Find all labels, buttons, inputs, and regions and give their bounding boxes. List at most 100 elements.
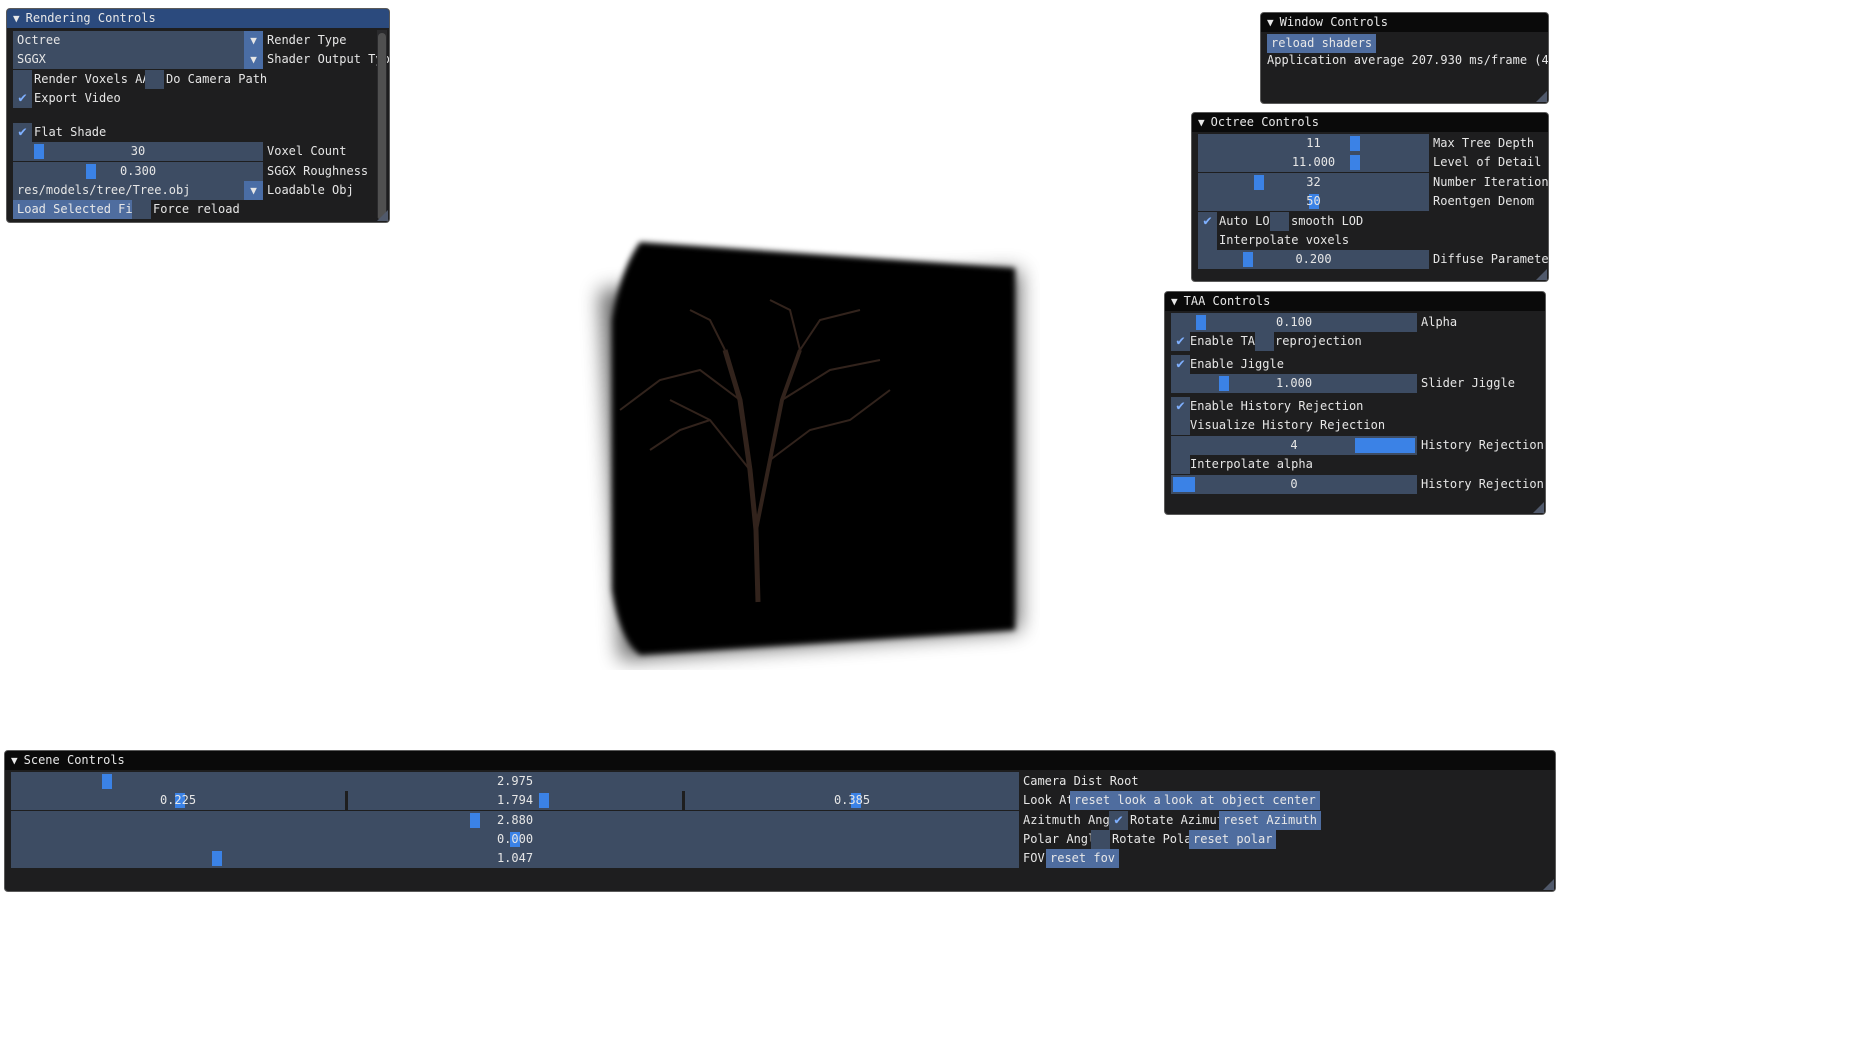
render-type-combo[interactable]: Octree ▼: [13, 31, 263, 50]
voxel-count-slider[interactable]: 30: [13, 142, 263, 161]
export-video-checkbox[interactable]: ✔: [13, 89, 32, 108]
interpolate-voxels-label: Interpolate voxels: [1219, 233, 1350, 247]
look-at-object-center-button[interactable]: look at object center: [1160, 791, 1320, 810]
level-of-detail-label: Level of Detail: [1433, 155, 1542, 169]
look-at-z-field[interactable]: 0.385: [685, 791, 1019, 810]
scene-controls-title[interactable]: ▼ Scene Controls: [5, 751, 1555, 770]
collapse-triangle-icon[interactable]: ▼: [13, 9, 20, 28]
slider-grab[interactable]: [470, 813, 481, 828]
diffuse-parameter-slider[interactable]: 0.200: [1198, 250, 1429, 269]
roentgen-denom-label: Roentgen Denom: [1433, 194, 1535, 208]
collapse-triangle-icon[interactable]: ▼: [11, 751, 18, 770]
collapse-triangle-icon[interactable]: ▼: [1198, 113, 1205, 132]
interpolate-alpha-label: Interpolate alpha: [1190, 457, 1313, 471]
interpolate-alpha-checkbox[interactable]: [1171, 455, 1190, 474]
slider-grab[interactable]: [211, 851, 222, 866]
voxel-count-label: Voxel Count: [267, 144, 347, 158]
number-iterations-slider[interactable]: 32: [1198, 173, 1429, 192]
render-type-label: Render Type: [267, 33, 347, 47]
alpha-slider[interactable]: 0.100: [1171, 313, 1417, 332]
rotate-azimuth-label: Rotate Azimuth: [1130, 813, 1232, 827]
slider-grab[interactable]: [1349, 155, 1360, 170]
shader-output-combo[interactable]: SGGX ▼: [13, 50, 263, 69]
collapse-triangle-icon[interactable]: ▼: [1267, 13, 1274, 32]
slider-grab[interactable]: [1219, 376, 1230, 391]
sggx-roughness-slider[interactable]: 0.300: [13, 162, 263, 181]
loadable-obj-combo[interactable]: res/models/tree/Tree.obj ▼: [13, 181, 263, 200]
history-rejection-buffer-slider[interactable]: 4: [1171, 436, 1417, 455]
auto-lod-checkbox[interactable]: ✔: [1198, 212, 1217, 231]
reset-azimuth-button[interactable]: reset Azimuth: [1219, 811, 1321, 830]
slider-grab[interactable]: [1196, 315, 1207, 330]
camera-dist-slider[interactable]: 2.975: [11, 772, 1019, 791]
render-voxels-checkbox[interactable]: [13, 70, 32, 89]
reset-look-at-button[interactable]: reset look at: [1070, 791, 1172, 810]
window-controls-title[interactable]: ▼ Window Controls: [1261, 13, 1548, 32]
slider-grab[interactable]: [102, 774, 113, 789]
enable-jiggle-checkbox[interactable]: ✔: [1171, 355, 1190, 374]
enable-history-rejection-checkbox[interactable]: ✔: [1171, 397, 1190, 416]
number-iterations-label: Number Iterations: [1433, 175, 1549, 189]
taa-controls-title[interactable]: ▼ TAA Controls: [1165, 292, 1545, 311]
slider-jiggle-label: Slider Jiggle: [1421, 376, 1515, 390]
viewport-render: [600, 242, 1020, 660]
force-reload-checkbox[interactable]: [132, 200, 151, 219]
slider-grab[interactable]: [1349, 136, 1360, 151]
dropdown-arrow-icon[interactable]: ▼: [244, 31, 263, 50]
slider-grab[interactable]: [85, 164, 96, 179]
azimuth-slider[interactable]: 2.880: [11, 811, 1019, 830]
slider-grab[interactable]: [1243, 252, 1254, 267]
polar-slider[interactable]: 0.000: [11, 830, 1019, 849]
slider-grab[interactable]: [539, 793, 549, 808]
load-selected-file-button[interactable]: Load Selected File: [13, 200, 152, 219]
level-of-detail-slider[interactable]: 11.000: [1198, 153, 1429, 172]
rendering-controls-title[interactable]: ▼ Rendering Controls: [7, 9, 389, 28]
roentgen-denom-slider[interactable]: 50: [1198, 192, 1429, 211]
sggx-roughness-label: SGGX Roughness: [267, 164, 369, 178]
reprojection-label: reprojection: [1275, 334, 1362, 348]
scene-controls-panel[interactable]: ▼ Scene Controls 2.975 Camera Dist Root 0…: [4, 750, 1556, 892]
max-tree-depth-slider[interactable]: 11: [1198, 134, 1429, 153]
camera-path-checkbox[interactable]: [145, 70, 164, 89]
collapse-triangle-icon[interactable]: ▼: [1171, 292, 1178, 311]
resize-grip-icon[interactable]: [1536, 91, 1547, 102]
alpha-label: Alpha: [1421, 315, 1458, 329]
window-controls-panel[interactable]: ▼ Window Controls reload shaders Applicat…: [1260, 12, 1549, 104]
smooth-lod-checkbox[interactable]: [1270, 212, 1289, 231]
resize-grip-icon[interactable]: [1536, 269, 1547, 280]
loadable-obj-label: Loadable Obj: [267, 183, 354, 197]
interpolate-voxels-checkbox[interactable]: [1198, 231, 1217, 250]
visualize-history-rejection-checkbox[interactable]: [1171, 416, 1190, 435]
octree-controls-panel[interactable]: ▼ Octree Controls 11 Max Tree Depth 11.00…: [1191, 112, 1549, 282]
reset-fov-button[interactable]: reset fov: [1046, 849, 1120, 868]
rendering-controls-panel[interactable]: ▼ Rendering Controls Octree ▼ Render Type …: [6, 8, 390, 223]
scrollbar-thumb[interactable]: [378, 33, 386, 221]
reprojection-checkbox[interactable]: [1255, 332, 1274, 351]
resize-grip-icon[interactable]: [377, 210, 388, 221]
history-rejection-param-slider[interactable]: 0: [1171, 475, 1417, 494]
resize-grip-icon[interactable]: [1543, 879, 1554, 890]
fov-label: FOV: [1023, 851, 1045, 865]
slider-grab[interactable]: [1254, 175, 1265, 190]
taa-controls-panel[interactable]: ▼ TAA Controls 0.100 Alpha ✔ Enable TAA r…: [1164, 291, 1546, 515]
fov-slider[interactable]: 1.047: [11, 849, 1019, 868]
octree-controls-title[interactable]: ▼ Octree Controls: [1192, 113, 1548, 132]
reset-polar-button[interactable]: reset polar: [1189, 830, 1277, 849]
force-reload-label: Force reload: [153, 202, 240, 216]
slider-grab[interactable]: [33, 144, 44, 159]
history-rejection-param-label: History Rejection Pa: [1421, 477, 1545, 491]
dropdown-arrow-icon[interactable]: ▼: [244, 50, 263, 69]
flat-shade-checkbox[interactable]: ✔: [13, 123, 32, 142]
dropdown-arrow-icon[interactable]: ▼: [244, 181, 263, 200]
look-at-x-field[interactable]: 0.225: [11, 791, 345, 810]
slider-grab[interactable]: [1173, 477, 1195, 492]
resize-grip-icon[interactable]: [1533, 502, 1544, 513]
slider-grab[interactable]: [1355, 438, 1415, 453]
look-at-y-field[interactable]: 1.794: [348, 791, 682, 810]
scrollbar[interactable]: [377, 30, 387, 221]
rotate-polar-checkbox[interactable]: [1091, 830, 1110, 849]
enable-taa-checkbox[interactable]: ✔: [1171, 332, 1190, 351]
rotate-azimuth-checkbox[interactable]: ✔: [1109, 811, 1128, 830]
slider-jiggle-slider[interactable]: 1.000: [1171, 374, 1417, 393]
camera-path-label: Do Camera Path: [166, 72, 268, 86]
